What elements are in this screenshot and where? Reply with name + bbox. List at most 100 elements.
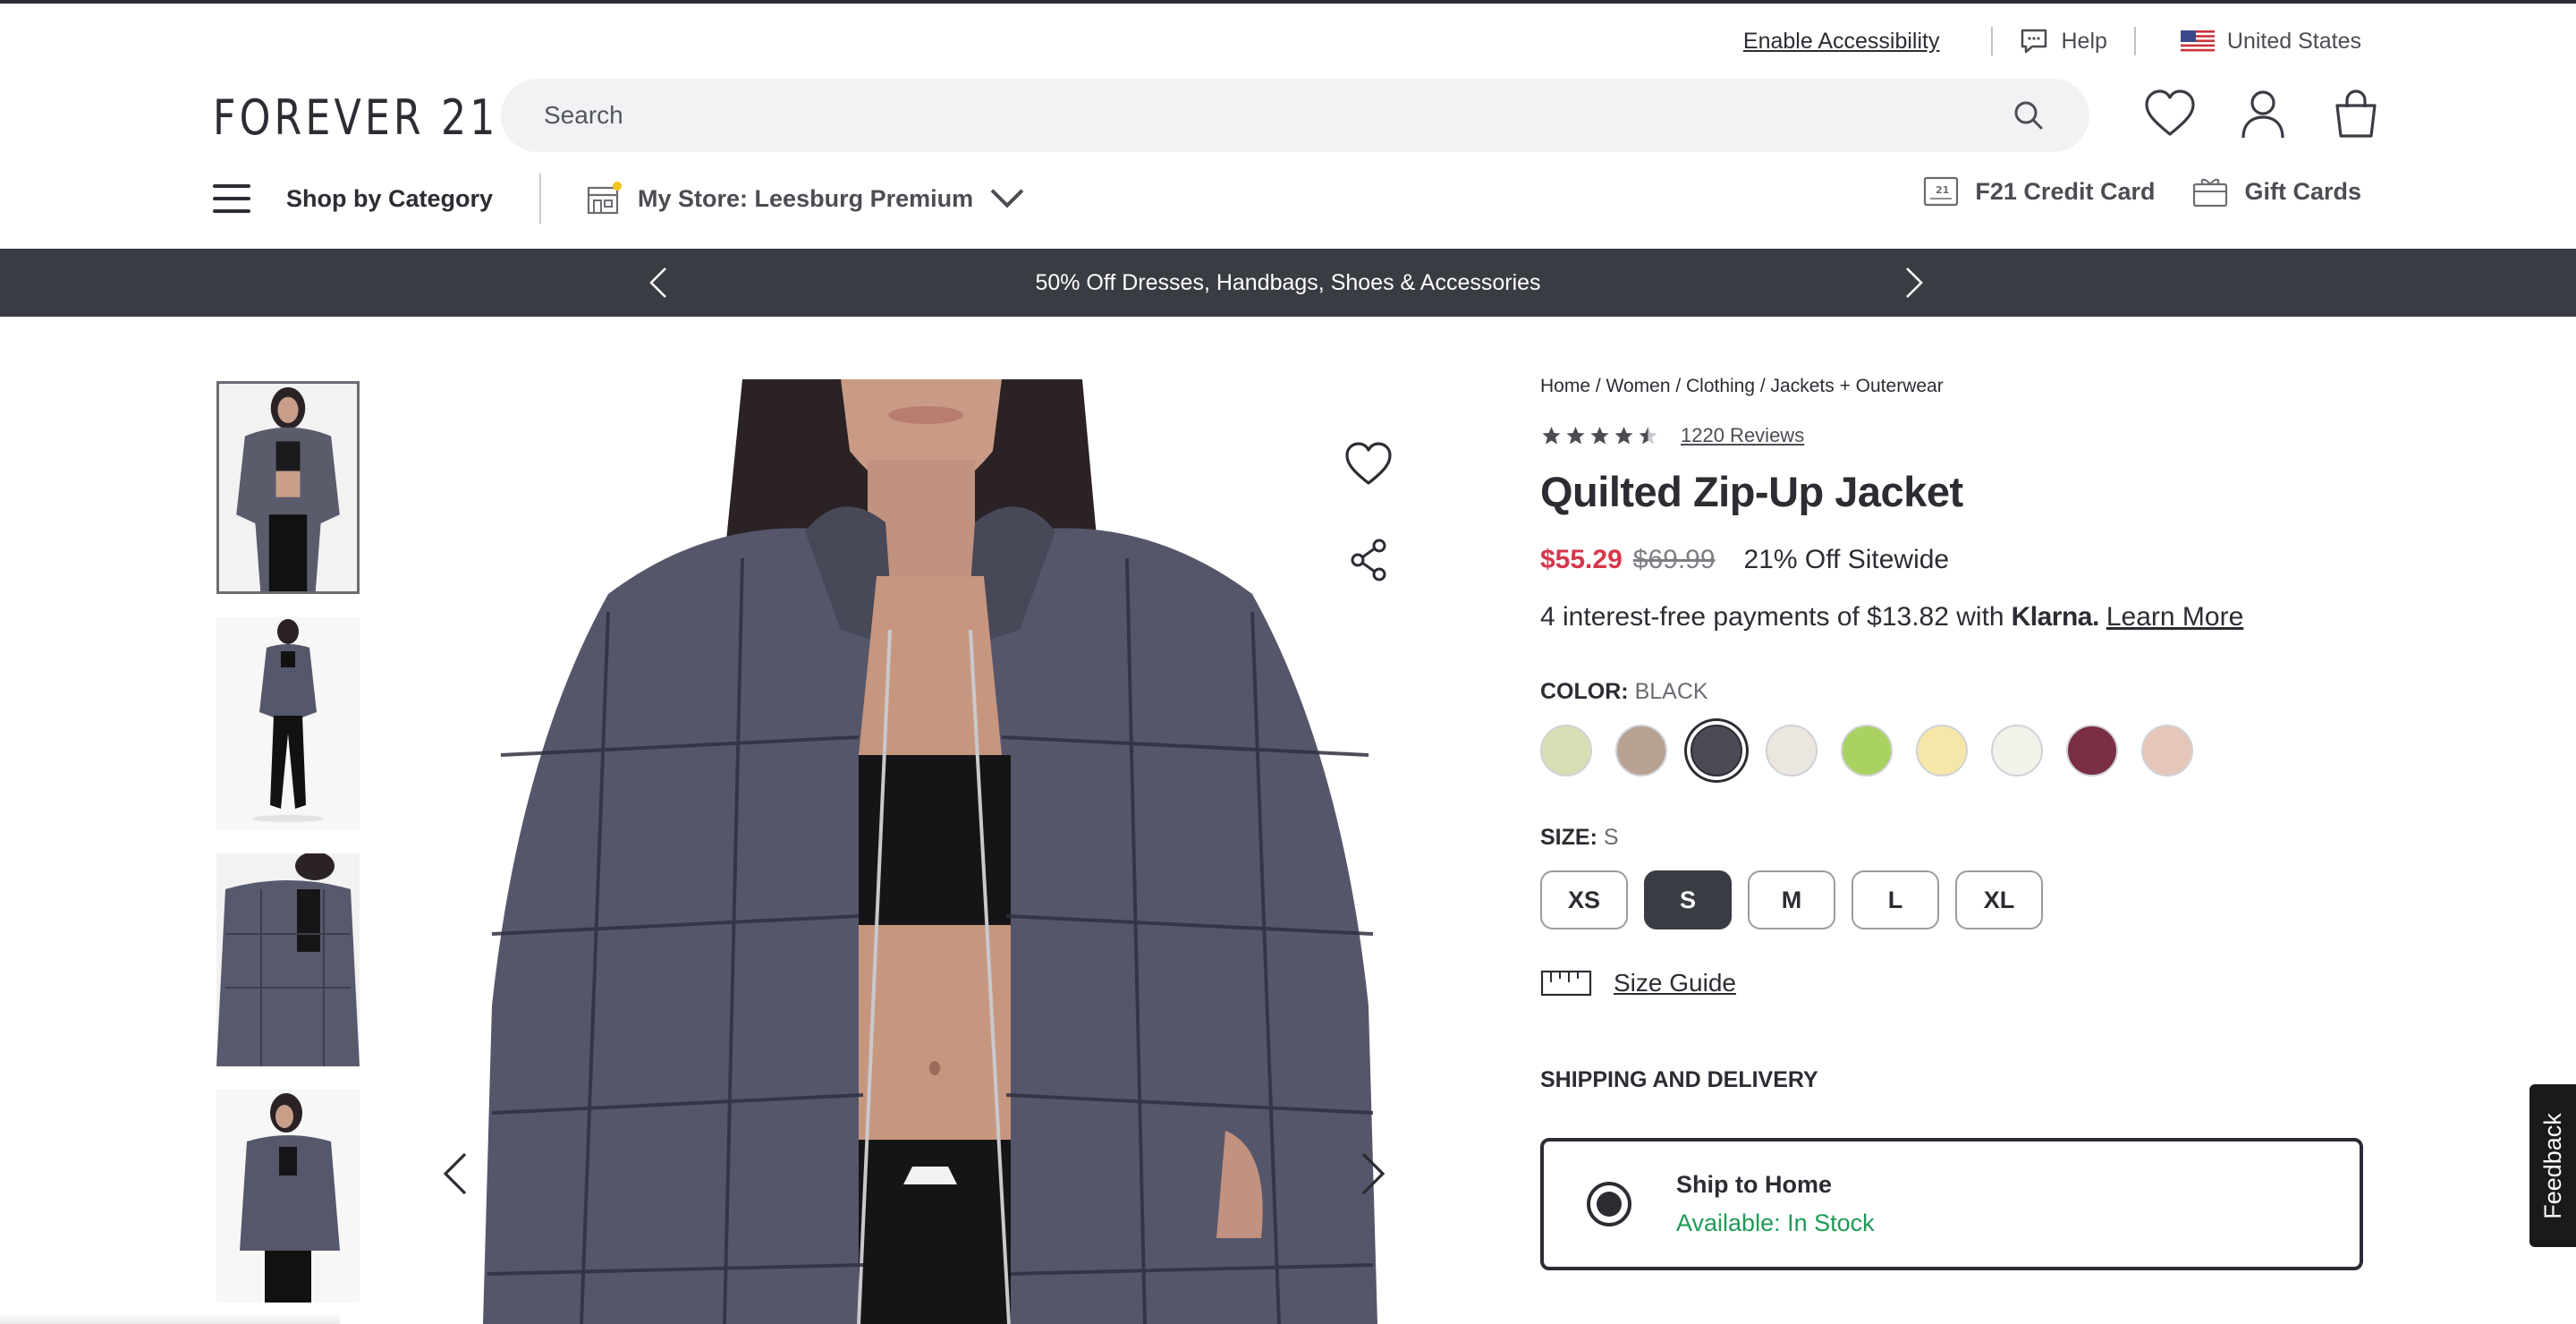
search-icon[interactable] — [2011, 98, 2046, 133]
availability-status: Available: In Stock — [1676, 1209, 1875, 1236]
color-swatch[interactable] — [1690, 725, 1742, 777]
product-thumbnail-image — [216, 617, 360, 830]
main-product-image[interactable] — [483, 379, 1377, 1324]
divider — [2133, 27, 2136, 55]
share-icon[interactable] — [1349, 539, 1388, 581]
color-swatch[interactable] — [1766, 725, 1818, 777]
learn-more-link[interactable]: Learn More — [2106, 602, 2243, 632]
bottom-shadow — [0, 1313, 340, 1324]
help-link[interactable]: Help — [2020, 28, 2107, 55]
discount-text: 21% Off Sitewide — [1743, 545, 1950, 574]
color-swatch[interactable] — [1540, 725, 1592, 777]
help-label: Help — [2061, 28, 2107, 54]
size-options: XS S M L XL — [1540, 870, 2363, 929]
size-label: SIZE: S — [1540, 825, 1619, 850]
chevron-left-icon[interactable] — [435, 1149, 478, 1199]
size-button[interactable]: XS — [1540, 870, 1628, 929]
gift-card-icon — [2193, 178, 2228, 208]
color-swatches — [1540, 725, 2363, 777]
color-swatch[interactable] — [2141, 725, 2193, 777]
search-input[interactable] — [544, 101, 2011, 130]
ruler-icon — [1540, 970, 1592, 997]
utility-bar: Enable Accessibility Help United States — [1743, 25, 2361, 57]
us-flag-icon — [2180, 30, 2215, 52]
divider — [1991, 27, 1994, 55]
ship-option-title: Ship to Home — [1676, 1171, 1832, 1198]
thumbnail[interactable] — [216, 381, 360, 594]
star-icon — [1614, 427, 1633, 445]
bag-icon[interactable] — [2329, 88, 2383, 140]
color-swatch[interactable] — [1841, 725, 1893, 777]
credit-card-icon: 21 — [1924, 176, 1959, 207]
credit-card-link[interactable]: 21 F21 Credit Card — [1923, 175, 2155, 208]
chevron-left-icon[interactable] — [642, 265, 678, 301]
feedback-label: Feedback — [2538, 1112, 2566, 1219]
thumbnail[interactable] — [216, 1090, 360, 1303]
shop-by-category-link[interactable]: Shop by Category — [286, 185, 493, 213]
wishlist-heart-icon[interactable] — [1343, 440, 1394, 487]
divider — [539, 174, 542, 224]
product-thumbnail-image — [219, 384, 357, 591]
color-value: BLACK — [1634, 679, 1708, 704]
star-icon — [1566, 427, 1585, 445]
header-icons — [2143, 88, 2383, 140]
color-swatch[interactable] — [1916, 725, 1968, 777]
size-button[interactable]: XL — [1955, 870, 2043, 929]
original-price: $69.99 — [1632, 545, 1716, 574]
thumbnail[interactable] — [216, 617, 360, 830]
color-swatch[interactable] — [1991, 725, 2043, 777]
size-button[interactable]: M — [1748, 870, 1835, 929]
size-button[interactable]: L — [1852, 870, 1939, 929]
star-icon — [1542, 427, 1561, 445]
promo-text[interactable]: 50% Off Dresses, Handbags, Shoes & Acces… — [1035, 270, 1540, 296]
region-label: United States — [2226, 28, 2361, 54]
product-thumbnail-image — [216, 853, 360, 1066]
size-button[interactable]: S — [1644, 870, 1732, 929]
thumbnail-list — [216, 381, 360, 1324]
promo-banner: 50% Off Dresses, Handbags, Shoes & Acces… — [0, 249, 2576, 317]
klarna-row: 4 interest-free payments of $13.82 with … — [1540, 602, 2363, 632]
nav-right: 21 F21 Credit Card Gift Cards — [1923, 175, 2361, 208]
enable-accessibility-link[interactable]: Enable Accessibility — [1743, 29, 1940, 55]
chevron-right-icon[interactable] — [1894, 265, 1930, 301]
product-photo — [483, 379, 1377, 1324]
color-swatch[interactable] — [2066, 725, 2118, 777]
ship-to-home-option[interactable]: Ship to Home Available: In Stock — [1540, 1138, 2363, 1270]
sale-price: $55.29 — [1540, 545, 1623, 574]
half-star-icon — [1639, 427, 1657, 445]
gift-cards-label: Gift Cards — [2244, 177, 2361, 205]
thumbnail[interactable] — [216, 853, 360, 1066]
heart-icon[interactable] — [2143, 88, 2197, 140]
radio-selected[interactable] — [1587, 1182, 1631, 1226]
star-icon — [1590, 427, 1609, 445]
store-label: My Store: Leesburg Premium — [638, 184, 974, 212]
size-guide-link[interactable]: Size Guide — [1540, 969, 2363, 997]
chevron-down-icon — [990, 189, 1024, 208]
region-selector[interactable]: United States — [2180, 28, 2361, 55]
svg-text:21: 21 — [1936, 184, 1949, 196]
product-thumbnail-image — [216, 1090, 360, 1303]
menu-icon[interactable] — [213, 184, 250, 213]
breadcrumb[interactable]: Home / Women / Clothing / Jackets + Oute… — [1540, 376, 2363, 397]
top-border — [0, 0, 2576, 4]
size-value: S — [1603, 825, 1619, 850]
size-guide-label: Size Guide — [1614, 969, 1736, 997]
chat-icon — [2021, 29, 2047, 54]
nav-row: Shop by Category My Store: Leesburg Prem… — [213, 172, 1025, 225]
forever21-logo[interactable]: FOREVER 21 — [213, 89, 499, 146]
color-label: COLOR: BLACK — [1540, 679, 1708, 704]
price-row: $55.29 $69.99 21% Off Sitewide — [1540, 545, 2363, 575]
klarna-text: 4 interest-free payments of $13.82 with — [1540, 602, 2004, 632]
reviews-link[interactable]: 1220 Reviews — [1681, 424, 1804, 447]
feedback-tab[interactable]: Feedback — [2529, 1084, 2576, 1247]
product-details: Home / Women / Clothing / Jackets + Oute… — [1540, 376, 2363, 1270]
gift-cards-link[interactable]: Gift Cards — [2192, 175, 2361, 208]
store-selector[interactable]: My Store: Leesburg Premium — [586, 181, 1025, 216]
star-rating — [1540, 425, 1659, 446]
account-icon[interactable] — [2236, 88, 2290, 140]
color-swatch[interactable] — [1615, 725, 1667, 777]
credit-card-label: F21 Credit Card — [1975, 177, 2156, 205]
chevron-right-icon[interactable] — [1351, 1149, 1394, 1199]
shipping-heading: SHIPPING AND DELIVERY — [1540, 1067, 1818, 1092]
search-bar[interactable] — [501, 79, 2089, 152]
